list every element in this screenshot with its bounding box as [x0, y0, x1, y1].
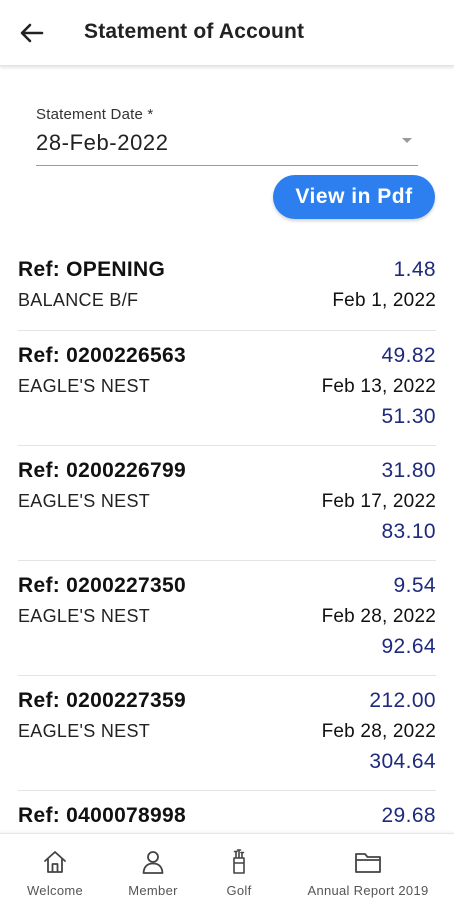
transaction-amount: 9.54 — [393, 574, 436, 597]
transaction-ref: Ref: 0400078998 — [18, 804, 186, 827]
bottom-navigation: Welcome Member Golf Annual Report 2019 — [0, 833, 454, 900]
transaction-amount: 1.48 — [393, 258, 436, 281]
transaction-amount: 29.68 — [381, 804, 436, 827]
statement-date-value: 28-Feb-2022 — [36, 130, 169, 155]
transaction-description: EAGLE'S NEST — [18, 491, 151, 511]
back-button[interactable] — [14, 16, 50, 50]
statement-date-label: Statement Date * — [36, 106, 154, 123]
transaction-date: Feb 13, 2022 — [321, 376, 436, 397]
transaction-list[interactable]: Ref: OPENING BALANCE B/F 1.48 Feb 1, 202… — [0, 245, 454, 833]
statement-date-select[interactable]: Statement Date * 28-Feb-2022 — [36, 106, 418, 168]
nav-label-annual-report: Annual Report 2019 — [307, 883, 429, 898]
field-underline — [36, 165, 418, 166]
folder-icon — [355, 853, 381, 873]
transaction-description: BALANCE B/F — [18, 290, 139, 310]
person-icon — [142, 851, 164, 874]
transaction-ref: Ref: 0200227350 — [18, 574, 186, 597]
list-item[interactable]: Ref: 0200226563 EAGLE'S NEST 49.82 Feb 1… — [18, 330, 436, 445]
app-header: Statement of Account — [0, 0, 454, 66]
page-title: Statement of Account — [84, 20, 305, 43]
arrow-left-icon — [20, 23, 44, 43]
nav-label-member: Member — [128, 883, 178, 898]
view-in-pdf-button[interactable]: View in Pdf — [273, 175, 435, 219]
transaction-description: EAGLE'S NEST — [18, 376, 151, 396]
nav-item-golf[interactable]: Golf — [196, 834, 282, 900]
transaction-amount: 31.80 — [381, 459, 436, 482]
transaction-date: Feb 1, 2022 — [332, 290, 436, 311]
transaction-description: EAGLE'S NEST — [18, 721, 151, 741]
transaction-date: Feb 28, 2022 — [321, 721, 436, 742]
dropdown-caret-icon — [402, 138, 412, 143]
list-item[interactable]: Ref: 0200227359 EAGLE'S NEST 212.00 Feb … — [18, 675, 436, 790]
list-item[interactable]: Ref: 0200227350 EAGLE'S NEST 9.54 Feb 28… — [18, 560, 436, 675]
nav-label-welcome: Welcome — [26, 883, 84, 898]
running-balance: 83.10 — [381, 520, 436, 543]
list-item[interactable]: Ref: OPENING BALANCE B/F 1.48 Feb 1, 202… — [18, 245, 436, 330]
running-balance: 51.30 — [381, 405, 436, 428]
golf-bag-icon — [233, 849, 245, 874]
running-balance: 304.64 — [369, 750, 436, 773]
transaction-date: Feb 28, 2022 — [321, 606, 436, 627]
transaction-description: EAGLE'S NEST — [18, 606, 151, 626]
nav-item-welcome[interactable]: Welcome — [0, 834, 110, 900]
list-item[interactable]: Ref: 0400078998 29.68 — [18, 790, 436, 833]
running-balance: 92.64 — [381, 635, 436, 658]
nav-item-member[interactable]: Member — [110, 834, 196, 900]
nav-label-golf: Golf — [226, 883, 252, 898]
nav-item-annual-report[interactable]: Annual Report 2019 — [282, 834, 454, 900]
transaction-amount: 49.82 — [381, 344, 436, 367]
transaction-ref: Ref: 0200227359 — [18, 689, 186, 712]
statement-screen: Statement of Account Statement Date * 28… — [0, 0, 454, 900]
transaction-ref: Ref: 0200226799 — [18, 459, 186, 482]
list-item[interactable]: Ref: 0200226799 EAGLE'S NEST 31.80 Feb 1… — [18, 445, 436, 560]
transaction-ref: Ref: 0200226563 — [18, 344, 186, 367]
transaction-amount: 212.00 — [369, 689, 436, 712]
transaction-date: Feb 17, 2022 — [321, 491, 436, 512]
home-icon — [44, 851, 66, 873]
transaction-ref: Ref: OPENING — [18, 258, 166, 281]
